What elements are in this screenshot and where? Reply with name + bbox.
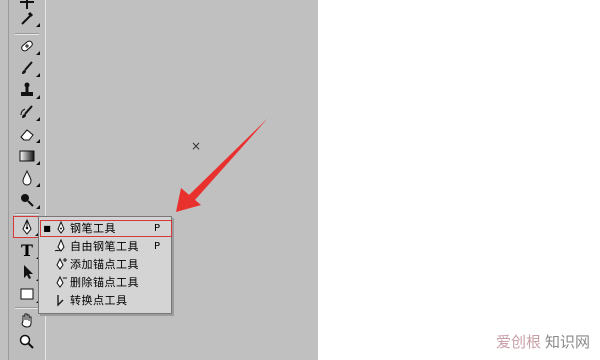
menu-item-label: 钢笔工具 xyxy=(70,222,116,235)
menu-item-shortcut: P xyxy=(154,222,161,234)
crosshair-cursor: × xyxy=(190,139,202,153)
menu-item-label: 删除锚点工具 xyxy=(70,276,139,289)
history-brush-icon[interactable] xyxy=(13,102,41,122)
watermark-part1: 爱创根 xyxy=(495,333,541,351)
zoom-icon[interactable] xyxy=(13,332,41,352)
tool-group-indicator xyxy=(36,183,40,187)
watermark: 爱创根 知识网 xyxy=(496,331,590,352)
menu-item-pen-tool[interactable]: ■ 钢笔工具 P xyxy=(42,219,168,237)
clone-stamp-icon[interactable] xyxy=(13,80,41,100)
type-icon[interactable]: T xyxy=(13,240,41,260)
watermark-part2: 知识网 xyxy=(544,333,590,351)
add-anchor-point-icon xyxy=(52,256,70,272)
gradient-icon[interactable] xyxy=(13,146,41,166)
healing-brush-icon[interactable] xyxy=(13,36,41,56)
menu-item-freeform-pen-tool[interactable]: 自由钢笔工具 P xyxy=(42,237,168,255)
blur-icon[interactable] xyxy=(13,168,41,188)
menu-item-label: 添加锚点工具 xyxy=(70,258,139,271)
toolbar-divider xyxy=(15,213,39,215)
rectangle-icon[interactable] xyxy=(13,284,41,304)
eraser-icon[interactable] xyxy=(13,124,41,144)
eyedropper-icon[interactable] xyxy=(13,8,41,28)
menu-item-delete-anchor-point-tool[interactable]: 删除锚点工具 xyxy=(42,273,168,291)
dodge-icon[interactable] xyxy=(13,190,41,210)
path-selection-icon[interactable] xyxy=(13,262,41,282)
tool-group-indicator xyxy=(36,73,40,77)
delete-anchor-point-icon xyxy=(52,274,70,290)
menu-item-label: 自由钢笔工具 xyxy=(70,240,139,253)
blank-panel xyxy=(318,0,600,360)
pen-icon[interactable] xyxy=(13,216,41,238)
convert-point-icon xyxy=(52,292,70,308)
tool-group-indicator xyxy=(36,117,40,121)
selected-bullet: ■ xyxy=(43,223,51,233)
hand-icon[interactable] xyxy=(13,310,41,330)
tool-group-indicator xyxy=(36,51,40,55)
menu-item-add-anchor-point-tool[interactable]: 添加锚点工具 xyxy=(42,255,168,273)
tool-group-indicator xyxy=(36,95,40,99)
menu-item-label: 转换点工具 xyxy=(70,294,128,307)
tool-group-indicator xyxy=(36,139,40,143)
tool-group-indicator xyxy=(36,23,40,27)
tool-group-indicator xyxy=(36,205,40,209)
menu-item-convert-point-tool[interactable]: 转换点工具 xyxy=(42,291,168,309)
pen-tool-flyout-menu: ■ 钢笔工具 P 自由钢笔工具 P 添加锚点工具 删除锚点工具 转换点工具 xyxy=(38,216,172,314)
type-glyph: T xyxy=(21,240,33,260)
toolbar-divider xyxy=(15,307,39,309)
brush-icon[interactable] xyxy=(13,58,41,78)
menu-item-shortcut: P xyxy=(154,240,161,252)
tool-group-indicator xyxy=(36,161,40,165)
toolbar-divider xyxy=(15,33,39,35)
pen-icon xyxy=(52,220,70,236)
freeform-pen-icon xyxy=(52,238,70,254)
